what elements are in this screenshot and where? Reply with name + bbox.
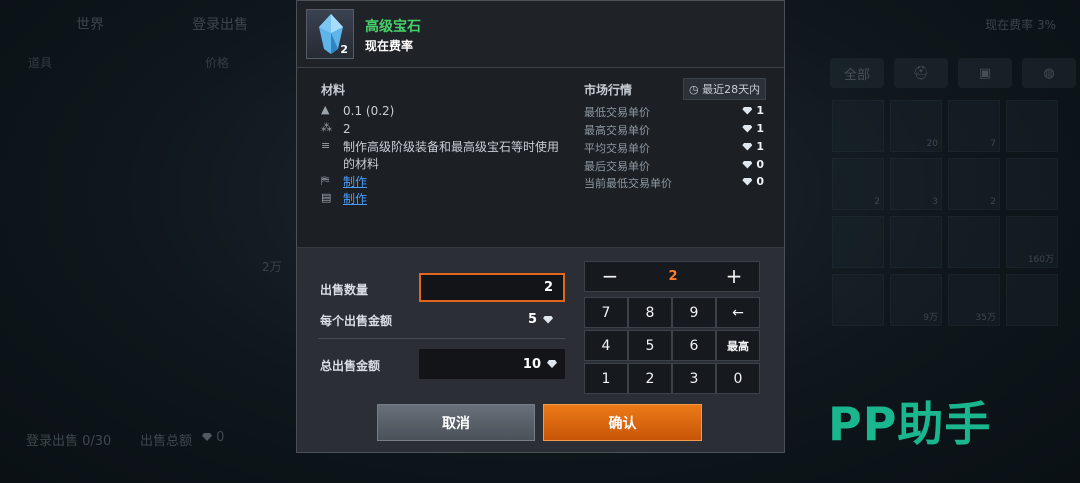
key-8[interactable]: 8 [628, 297, 672, 328]
quantity-input[interactable]: 2 [419, 273, 565, 302]
quantity-label: 出售数量 [320, 283, 369, 297]
watermark-logo: PP助手 [828, 397, 992, 451]
key-4[interactable]: 4 [584, 330, 628, 361]
key-7[interactable]: 7 [584, 297, 628, 328]
inventory-slot[interactable]: 9万 [890, 274, 942, 326]
numeric-keypad: 7 8 9 ← 4 5 6 最高 1 2 3 0 [584, 297, 760, 394]
fee-rate-label: 现在费率 3% [985, 18, 1056, 32]
inventory-slot[interactable] [1006, 100, 1058, 152]
unit-price-value: 5 [528, 312, 554, 327]
key-5[interactable]: 5 [628, 330, 672, 361]
unit-price-label: 每个出售金额 [320, 314, 393, 328]
column-item: 道具 [28, 56, 53, 70]
filter-box-icon[interactable]: ▣ [958, 58, 1012, 88]
inventory-slot[interactable] [890, 216, 942, 268]
key-0[interactable]: 0 [716, 363, 760, 394]
total-sales-value: 0 [202, 430, 224, 445]
key-9[interactable]: 9 [672, 297, 716, 328]
key-1[interactable]: 1 [584, 363, 628, 394]
inventory-grid: 20 7 2 3 2 160万 9万 35万 [832, 100, 1058, 326]
gem-icon [543, 315, 554, 324]
inventory-slot[interactable]: 7 [948, 100, 1000, 152]
gem-icon [202, 433, 212, 441]
tab-registered-sales[interactable]: 登录出售 [192, 14, 248, 34]
column-price: 价格 [205, 56, 230, 70]
total-price-value: 10 [419, 349, 565, 379]
gem-icon [547, 360, 557, 368]
key-3[interactable]: 3 [672, 363, 716, 394]
sell-form: 出售数量 2 每个出售金额 5 总出售金额 10 − 2 + 7 8 9 ← 4… [296, 0, 785, 453]
inventory-slot[interactable]: 35万 [948, 274, 1000, 326]
divider [318, 338, 565, 339]
total-sales-label: 出售总额 [140, 434, 193, 449]
inventory-slot[interactable]: 2 [948, 158, 1000, 210]
key-6[interactable]: 6 [672, 330, 716, 361]
max-key[interactable]: 最高 [716, 330, 760, 361]
increment-button[interactable]: + [709, 262, 759, 291]
filter-helmet-icon[interactable]: ⛑ [894, 58, 948, 88]
backspace-key[interactable]: ← [716, 297, 760, 328]
inventory-slot[interactable] [1006, 158, 1058, 210]
filter-bag-icon[interactable]: ◍ [1022, 58, 1076, 88]
inventory-slot[interactable]: 3 [890, 158, 942, 210]
cancel-button[interactable]: 取消 [377, 404, 535, 441]
quantity-stepper: − 2 + [584, 261, 760, 292]
inventory-slot[interactable] [948, 216, 1000, 268]
filter-all[interactable]: 全部 [830, 58, 884, 88]
decrement-button[interactable]: − [585, 262, 635, 291]
key-2[interactable]: 2 [628, 363, 672, 394]
stepper-value: 2 [668, 269, 678, 284]
inventory-slot[interactable]: 2 [832, 158, 884, 210]
category-filters: 全部 ⛑ ▣ ◍ [830, 58, 1076, 88]
inventory-slot[interactable] [832, 100, 884, 152]
inventory-slot[interactable]: 20 [890, 100, 942, 152]
tab-world[interactable]: 世界 [76, 14, 104, 34]
inventory-slot[interactable] [832, 274, 884, 326]
total-price-label: 总出售金额 [320, 359, 381, 373]
confirm-button[interactable]: 确认 [543, 404, 702, 441]
inventory-slot[interactable] [1006, 274, 1058, 326]
inventory-slot[interactable]: 160万 [1006, 216, 1058, 268]
registered-count: 登录出售 0/30 [26, 434, 112, 449]
inventory-slot[interactable] [832, 216, 884, 268]
background-value: 2万 [262, 260, 282, 274]
